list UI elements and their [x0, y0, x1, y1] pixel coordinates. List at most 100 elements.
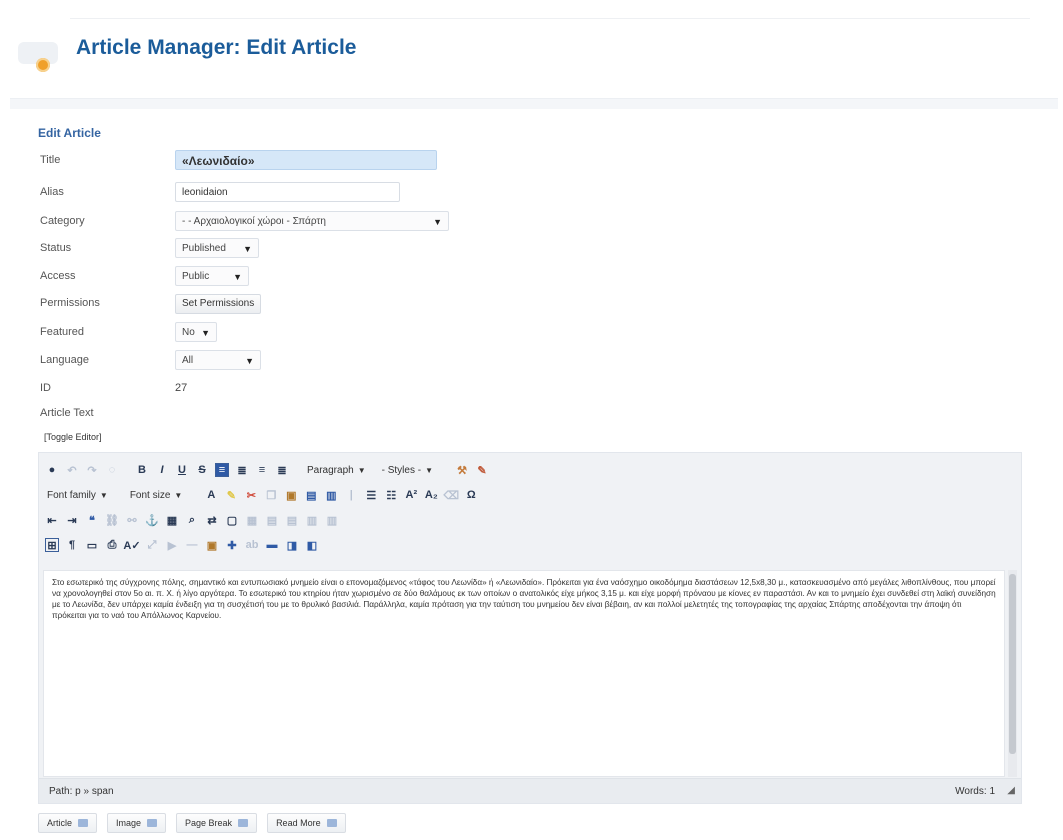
alias-input[interactable]: leonidaion: [175, 182, 400, 202]
redo-icon[interactable]: ↷: [85, 463, 99, 477]
language-value: All: [182, 355, 194, 366]
resize-grip-icon[interactable]: ◢: [1007, 785, 1015, 796]
paste-text-icon[interactable]: ▤: [304, 488, 318, 502]
column-icon[interactable]: ▥: [325, 513, 339, 527]
rich-text-editor: ● ↶ ↷ ◌ B I U S ≡ ≣ ≡ ≣ Paragraph ▼ - Sty…: [38, 452, 1022, 804]
bold-icon[interactable]: B: [135, 463, 149, 477]
style-props-icon[interactable]: ◧: [305, 538, 319, 552]
separator-icon: |: [349, 489, 353, 501]
language-label: Language: [40, 354, 89, 366]
text-color-icon[interactable]: A: [204, 488, 218, 502]
chevron-down-icon: ▼: [233, 272, 242, 282]
spellcheck-icon[interactable]: A✓: [123, 538, 140, 552]
code-icon[interactable]: ⊞: [45, 538, 59, 552]
category-select[interactable]: - - Αρχαιολογικοί χώροι - Σπάρτη ▼: [175, 211, 449, 231]
find-icon[interactable]: ⌕: [185, 513, 199, 527]
permissions-label: Permissions: [40, 297, 100, 309]
row-after-icon[interactable]: ▤: [285, 513, 299, 527]
format-dropdown[interactable]: Paragraph ▼: [305, 465, 368, 476]
nonbreaking-icon[interactable]: ◨: [285, 538, 299, 552]
table-icon[interactable]: ▦: [245, 513, 259, 527]
id-label: ID: [40, 382, 51, 394]
font-family-dropdown[interactable]: Font family ▼: [45, 490, 110, 501]
abbr-icon[interactable]: ab: [245, 538, 259, 552]
paste-icon[interactable]: ▣: [284, 488, 298, 502]
editor-extra-buttons: Article Image Page Break Read More: [38, 813, 346, 833]
status-select[interactable]: Published ▼: [175, 238, 259, 258]
article-button-label: Article: [47, 818, 73, 828]
paste-word-icon[interactable]: ▥: [324, 488, 338, 502]
align-justify-icon[interactable]: ≣: [275, 463, 289, 477]
editor-content-area[interactable]: Στο εσωτερικό της σύγχρονης πόλης, σημαν…: [43, 570, 1005, 777]
language-select[interactable]: All ▼: [175, 350, 261, 370]
section-title: Edit Article: [38, 126, 101, 140]
element-path: Path: p » span: [49, 786, 114, 797]
anchor-icon[interactable]: ⚓: [145, 513, 159, 527]
words-value: 1: [989, 786, 995, 797]
superscript-icon[interactable]: A²: [404, 488, 418, 502]
image-icon[interactable]: ▦: [165, 513, 179, 527]
read-more-icon: [326, 819, 337, 827]
row-before-icon[interactable]: ▤: [265, 513, 279, 527]
path-label: Path:: [49, 786, 73, 797]
title-input[interactable]: «Λεωνιδαίο»: [175, 150, 437, 170]
image-button[interactable]: Image: [107, 813, 167, 833]
align-left-icon[interactable]: ≡: [215, 463, 229, 477]
indent-icon[interactable]: ⇥: [65, 513, 79, 527]
fullscreen-icon[interactable]: ⤢: [145, 538, 159, 552]
insert-date-icon[interactable]: ▢: [225, 513, 239, 527]
font-size-dropdown[interactable]: Font size ▼: [128, 490, 185, 501]
visual-aid-icon[interactable]: ▬: [265, 538, 279, 552]
font-family-value: Font family: [47, 489, 96, 501]
italic-icon[interactable]: I: [155, 463, 169, 477]
chevron-down-icon: ▼: [425, 465, 433, 475]
access-select[interactable]: Public ▼: [175, 266, 249, 286]
paragraph-icon[interactable]: ¶: [65, 538, 79, 552]
highlight-icon[interactable]: ✎: [224, 488, 238, 502]
undo-icon[interactable]: ↶: [65, 463, 79, 477]
brush-icon[interactable]: ✎: [475, 463, 489, 477]
align-center-icon[interactable]: ≣: [235, 463, 249, 477]
copy-icon[interactable]: ❐: [264, 488, 278, 502]
align-right-icon[interactable]: ≡: [255, 463, 269, 477]
plus-icon[interactable]: ✚: [225, 538, 239, 552]
delete-row-icon[interactable]: ▥: [305, 513, 319, 527]
template-icon[interactable]: ▣: [205, 538, 219, 552]
access-label: Access: [40, 270, 76, 282]
print-icon[interactable]: ⎙: [105, 538, 119, 552]
status-label: Status: [40, 242, 72, 254]
numbered-list-icon[interactable]: ☷: [384, 488, 398, 502]
bullet-list-icon[interactable]: ☰: [364, 488, 378, 502]
new-document-icon[interactable]: ●: [45, 463, 59, 477]
preview-icon[interactable]: ▭: [85, 538, 99, 552]
cut-icon[interactable]: ✂: [244, 488, 258, 502]
styles-dropdown[interactable]: - Styles - ▼: [380, 465, 435, 476]
subscript-icon[interactable]: A₂: [424, 488, 438, 502]
unlink-icon[interactable]: ⚯: [125, 513, 139, 527]
underline-icon[interactable]: U: [175, 463, 189, 477]
editor-scrollbar[interactable]: [1008, 570, 1017, 777]
featured-label: Featured: [40, 326, 85, 338]
picture-icon: [147, 819, 158, 827]
featured-select[interactable]: No ▼: [175, 322, 217, 342]
clear-icon[interactable]: ◌: [105, 463, 119, 477]
article-button[interactable]: Article: [38, 813, 98, 833]
link-icon[interactable]: ⛓: [105, 513, 119, 527]
strikethrough-icon[interactable]: S: [195, 463, 209, 477]
blockquote-icon[interactable]: ❝: [85, 513, 99, 527]
scroll-thumb[interactable]: [1009, 574, 1016, 754]
outdent-icon[interactable]: ⇤: [45, 513, 59, 527]
omega-icon[interactable]: Ω: [464, 488, 478, 502]
page-break-icon: [238, 819, 249, 827]
hr-icon[interactable]: ―: [185, 538, 199, 552]
read-more-button[interactable]: Read More: [267, 813, 346, 833]
path-value[interactable]: p » span: [75, 786, 113, 797]
toggle-editor-link[interactable]: [Toggle Editor]: [44, 432, 102, 442]
set-permissions-button[interactable]: Set Permissions: [175, 294, 262, 314]
hammer-icon[interactable]: ⚒: [455, 463, 469, 477]
remove-format-icon[interactable]: ⌫: [444, 488, 460, 502]
chevron-down-icon: ▼: [245, 356, 254, 366]
page-break-button[interactable]: Page Break: [176, 813, 258, 833]
replace-icon[interactable]: ⇄: [205, 513, 219, 527]
media-icon[interactable]: ▶: [165, 538, 179, 552]
